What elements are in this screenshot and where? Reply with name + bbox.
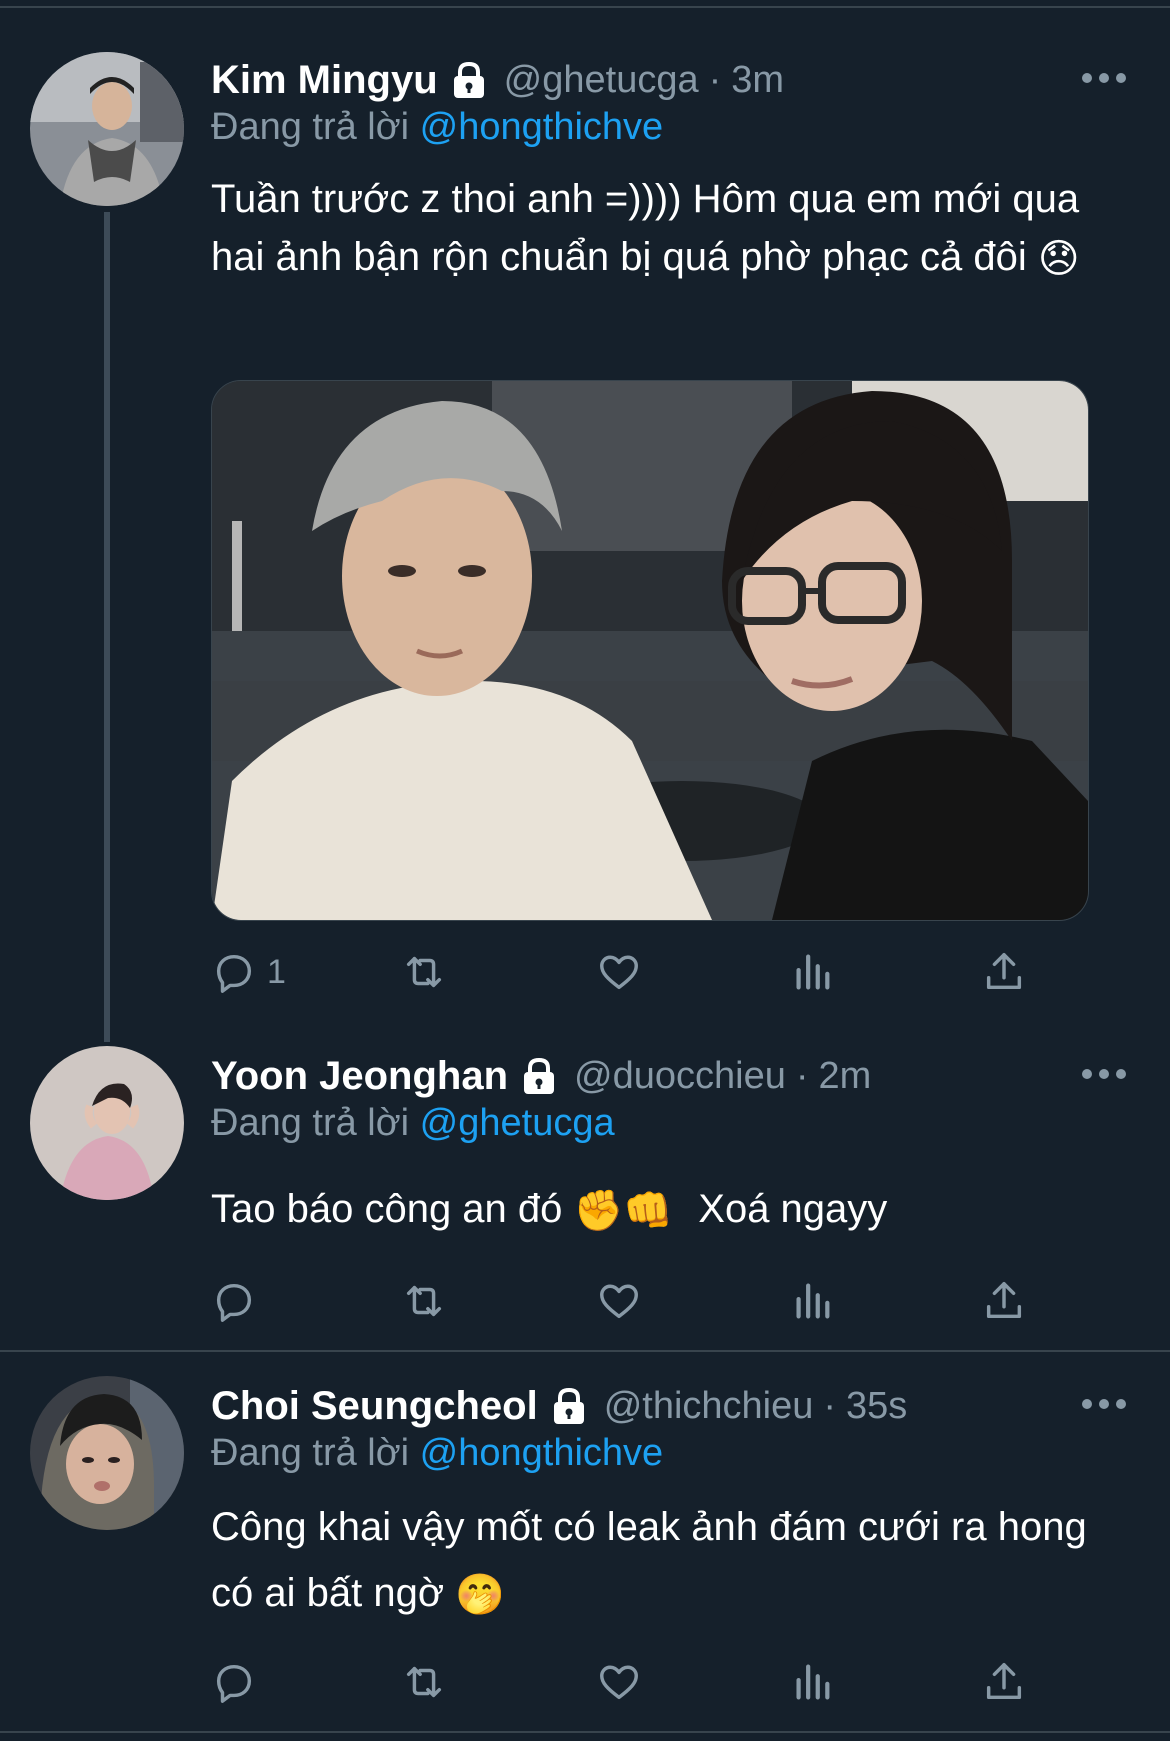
retweet-icon <box>406 956 442 988</box>
tweet-text-content: Tao báo công an đó <box>211 1187 563 1231</box>
reply-prefix: Đang trả lời <box>211 106 410 148</box>
tweet-header: Kim Mingyu @ghetucga · 3m <box>211 56 784 104</box>
reply-button[interactable] <box>211 1277 267 1325</box>
more-icon[interactable] <box>1082 1064 1126 1084</box>
share-icon <box>986 1663 1022 1700</box>
share-button[interactable] <box>981 1277 1027 1325</box>
avatar[interactable] <box>30 1046 184 1200</box>
tweet-text: Tao báo công an đó ✊👊 Xoá ngayy <box>211 1180 1131 1240</box>
tweet-text: Công khai vậy mốt có leak ảnh đám cưới r… <box>211 1494 1131 1628</box>
time-separator: · <box>795 1054 809 1097</box>
retweet-button[interactable] <box>401 1658 447 1706</box>
tweet-header: Choi Seungcheol @thichchieu · 35s <box>211 1382 907 1430</box>
reply-prefix: Đang trả lời <box>211 1102 410 1144</box>
analytics-button[interactable] <box>789 948 835 996</box>
tweet-actions <box>211 1277 1031 1325</box>
tweet-image[interactable] <box>211 380 1089 921</box>
disappointed-emoji: 😞 <box>1037 237 1080 282</box>
timestamp[interactable]: 35s <box>846 1385 907 1428</box>
like-button[interactable] <box>596 948 642 996</box>
reply-count: 1 <box>267 952 286 991</box>
retweet-button[interactable] <box>401 948 447 996</box>
more-icon[interactable] <box>1082 1394 1126 1414</box>
reply-icon <box>216 954 252 993</box>
heart-icon <box>600 1284 638 1319</box>
analytics-icon <box>796 954 830 990</box>
heart-icon <box>600 1665 638 1700</box>
retweet-icon <box>406 1666 442 1698</box>
retweet-button[interactable] <box>401 1277 447 1325</box>
tweet-actions: 1 <box>211 948 1031 996</box>
handle[interactable]: @duocchieu <box>574 1055 786 1098</box>
handle[interactable]: @ghetucga <box>504 59 699 102</box>
mention-link[interactable]: @ghetucga <box>420 1102 615 1144</box>
share-button[interactable] <box>981 948 1027 996</box>
reply-prefix: Đang trả lời <box>211 1432 410 1474</box>
tweet-text-content: Tuần trước z thoi anh =)))) Hôm qua em m… <box>211 177 1080 279</box>
reply-icon <box>216 1283 252 1322</box>
analytics-icon <box>796 1283 830 1319</box>
tweet-text: Tuần trước z thoi anh =)))) Hôm qua em m… <box>211 170 1131 288</box>
display-name[interactable]: Yoon Jeonghan <box>211 1054 508 1099</box>
replying-to: Đang trả lời @hongthichve <box>211 106 663 149</box>
thread-line <box>104 212 110 1042</box>
timestamp[interactable]: 2m <box>819 1055 872 1098</box>
time-separator: · <box>708 58 722 101</box>
reply-button[interactable]: 1 <box>211 948 286 996</box>
avatar[interactable] <box>30 1376 184 1530</box>
heart-icon <box>600 955 638 990</box>
like-button[interactable] <box>596 1658 642 1706</box>
handle[interactable]: @thichchieu <box>604 1385 814 1428</box>
tweet-divider <box>0 1350 1170 1352</box>
mention-link[interactable]: @hongthichve <box>420 1432 664 1474</box>
tweet-actions <box>211 1658 1031 1706</box>
share-icon <box>986 1282 1022 1319</box>
lock-icon <box>548 1385 590 1427</box>
share-button[interactable] <box>981 1658 1027 1706</box>
replying-to: Đang trả lời @hongthichve <box>211 1432 663 1475</box>
analytics-button[interactable] <box>789 1277 835 1325</box>
replying-to: Đang trả lời @ghetucga <box>211 1102 615 1145</box>
display-name[interactable]: Kim Mingyu <box>211 58 438 103</box>
lock-icon <box>518 1055 560 1097</box>
more-icon[interactable] <box>1082 68 1126 88</box>
avatar[interactable] <box>30 52 184 206</box>
retweet-icon <box>406 1285 442 1317</box>
like-button[interactable] <box>596 1277 642 1325</box>
mention-link[interactable]: @hongthichve <box>420 106 664 148</box>
reply-button[interactable] <box>211 1658 267 1706</box>
tweet-divider <box>0 1731 1170 1733</box>
fist-emoji: ✊👊 <box>573 1189 674 1234</box>
analytics-button[interactable] <box>789 1658 835 1706</box>
time-separator: · <box>823 1384 837 1427</box>
timestamp[interactable]: 3m <box>731 59 784 102</box>
display-name[interactable]: Choi Seungcheol <box>211 1384 538 1429</box>
lock-icon <box>448 59 490 101</box>
reply-icon <box>216 1664 252 1703</box>
tweet-text-content: Công khai vậy mốt có leak ảnh đám cưới r… <box>211 1505 1087 1615</box>
tweet-header: Yoon Jeonghan @duocchieu · 2m <box>211 1052 871 1100</box>
tweet-text-after: Xoá ngayy <box>698 1187 888 1231</box>
top-divider <box>0 6 1170 8</box>
analytics-icon <box>796 1664 830 1700</box>
hand-over-mouth-emoji: 🤭 <box>455 1573 505 1618</box>
share-icon <box>986 953 1022 990</box>
